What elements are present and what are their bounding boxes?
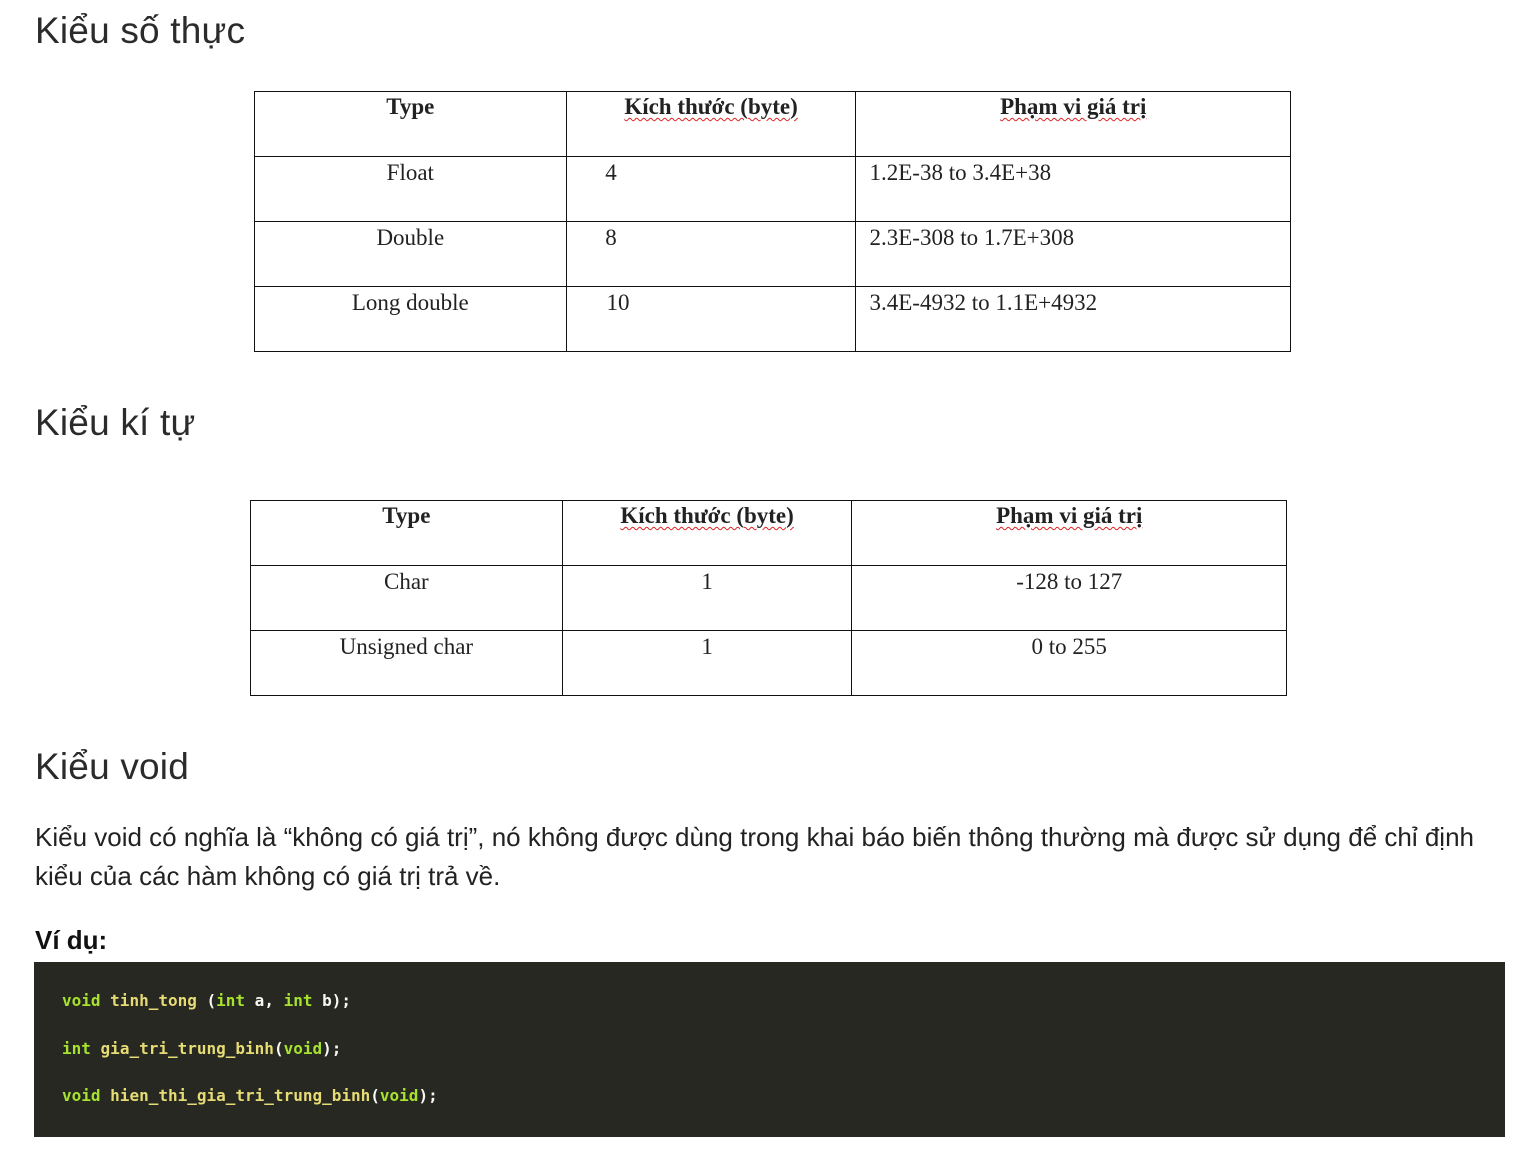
cell-type: Double bbox=[254, 221, 567, 287]
table-row: Long double 10 3.4E-4932 to 1.1E+4932 bbox=[254, 286, 1291, 352]
header-size: Kích thước (byte) bbox=[561, 500, 853, 566]
cell-type: Long double bbox=[254, 286, 567, 352]
cell-range: 1.2E-38 to 3.4E+38 bbox=[855, 156, 1291, 222]
code-line: int gia_tri_trung_binh(void); bbox=[62, 1038, 342, 1058]
heading-float-types: Kiểu số thực bbox=[35, 10, 246, 51]
heading-char-types: Kiểu kí tự bbox=[35, 402, 196, 443]
cell-range: 3.4E-4932 to 1.1E+4932 bbox=[855, 286, 1291, 352]
cell-type: Char bbox=[250, 565, 563, 631]
code-block: void tinh_tong (int a, int b); int gia_t… bbox=[34, 962, 1505, 1137]
cell-size: 4 bbox=[565, 156, 857, 222]
cell-size: 1 bbox=[561, 565, 853, 631]
cell-size: 1 bbox=[561, 630, 853, 696]
char-types-table: Type Kích thước (byte) Phạm vi giá trị C… bbox=[250, 500, 1287, 696]
header-range: Phạm vi giá trị bbox=[851, 500, 1287, 566]
heading-void-type: Kiểu void bbox=[35, 746, 190, 787]
void-description: Kiểu void có nghĩa là “không có giá trị”… bbox=[35, 822, 1475, 891]
code-line: void hien_thi_gia_tri_trung_binh(void); bbox=[62, 1086, 438, 1105]
cell-range: 0 to 255 bbox=[851, 630, 1287, 696]
header-type: Type bbox=[254, 91, 567, 157]
table-row: Double 8 2.3E-308 to 1.7E+308 bbox=[254, 221, 1291, 287]
header-size: Kích thước (byte) bbox=[565, 91, 857, 157]
table-header-row: Type Kích thước (byte) Phạm vi giá trị bbox=[254, 91, 1291, 157]
cell-range: 2.3E-308 to 1.7E+308 bbox=[855, 221, 1291, 287]
code-line: void tinh_tong (int a, int b); bbox=[62, 991, 352, 1010]
table-row: Float 4 1.2E-38 to 3.4E+38 bbox=[254, 156, 1291, 222]
cell-type: Float bbox=[254, 156, 567, 222]
table-row: Unsigned char 1 0 to 255 bbox=[250, 630, 1287, 696]
table-row: Char 1 -128 to 127 bbox=[250, 565, 1287, 631]
header-range: Phạm vi giá trị bbox=[855, 91, 1291, 157]
cell-range: -128 to 127 bbox=[851, 565, 1287, 631]
float-types-table: Type Kích thước (byte) Phạm vi giá trị F… bbox=[254, 91, 1291, 352]
cell-size: 10 bbox=[565, 286, 857, 352]
example-label: Ví dụ: bbox=[35, 925, 108, 955]
cell-size: 8 bbox=[565, 221, 857, 287]
table-header-row: Type Kích thước (byte) Phạm vi giá trị bbox=[250, 500, 1287, 566]
cell-type: Unsigned char bbox=[250, 630, 563, 696]
header-type: Type bbox=[250, 500, 563, 566]
